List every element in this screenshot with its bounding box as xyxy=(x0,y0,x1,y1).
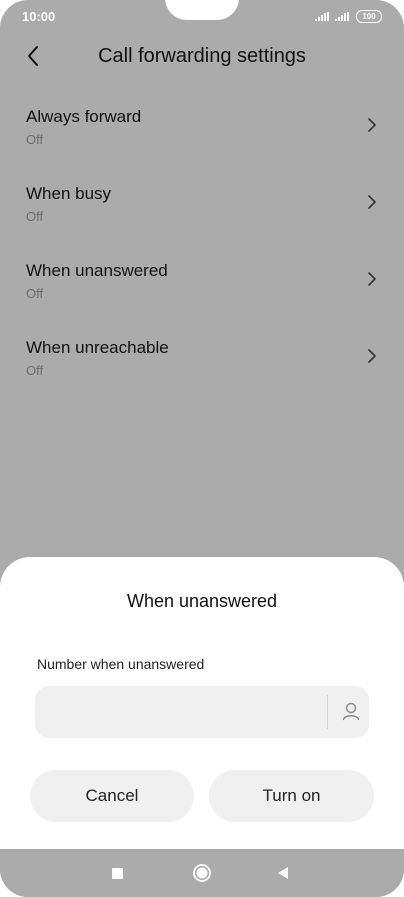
triangle-back-icon[interactable] xyxy=(277,866,289,880)
chevron-right-icon xyxy=(368,118,376,132)
battery-icon: 100 xyxy=(356,10,382,23)
circle-icon[interactable] xyxy=(192,863,212,883)
setting-when-busy[interactable]: When busy Off xyxy=(0,182,404,254)
signal-icon xyxy=(315,12,329,21)
app-header: Call forwarding settings xyxy=(0,32,404,82)
status-time: 10:00 xyxy=(22,9,56,24)
chevron-right-icon xyxy=(368,272,376,286)
chevron-right-icon xyxy=(368,349,376,363)
setting-label: When unreachable xyxy=(26,338,169,357)
setting-value: Off xyxy=(26,363,44,378)
forwarding-dialog: When unanswered Number when unanswered C… xyxy=(0,557,404,849)
field-divider xyxy=(327,695,328,729)
square-icon[interactable] xyxy=(112,868,123,879)
signal-icon xyxy=(335,12,349,21)
dialog-title: When unanswered xyxy=(126,591,278,611)
number-field-label: Number when unanswered xyxy=(37,656,205,672)
person-icon[interactable] xyxy=(337,698,365,726)
setting-label: Always forward xyxy=(26,107,142,126)
turn-on-button[interactable]: Turn on xyxy=(209,770,374,822)
setting-always-forward[interactable]: Always forward Off xyxy=(0,105,404,177)
setting-when-unreachable[interactable]: When unreachable Off xyxy=(0,336,404,408)
phone-screen: 10:00 100 Call forwarding settings Alway… xyxy=(0,0,404,897)
camera-notch xyxy=(165,0,239,20)
setting-when-unanswered[interactable]: When unanswered Off xyxy=(0,259,404,331)
navigation-bar xyxy=(0,849,404,897)
setting-label: When unanswered xyxy=(26,261,168,280)
cancel-button[interactable]: Cancel xyxy=(30,770,194,822)
battery-level: 100 xyxy=(362,12,376,21)
number-input[interactable] xyxy=(47,686,321,740)
page-title: Call forwarding settings xyxy=(98,45,306,67)
number-field-container xyxy=(35,686,369,740)
setting-value: Off xyxy=(26,209,44,224)
setting-label: When busy xyxy=(26,184,112,203)
setting-value: Off xyxy=(26,132,44,147)
setting-value: Off xyxy=(26,286,44,301)
chevron-right-icon xyxy=(368,195,376,209)
